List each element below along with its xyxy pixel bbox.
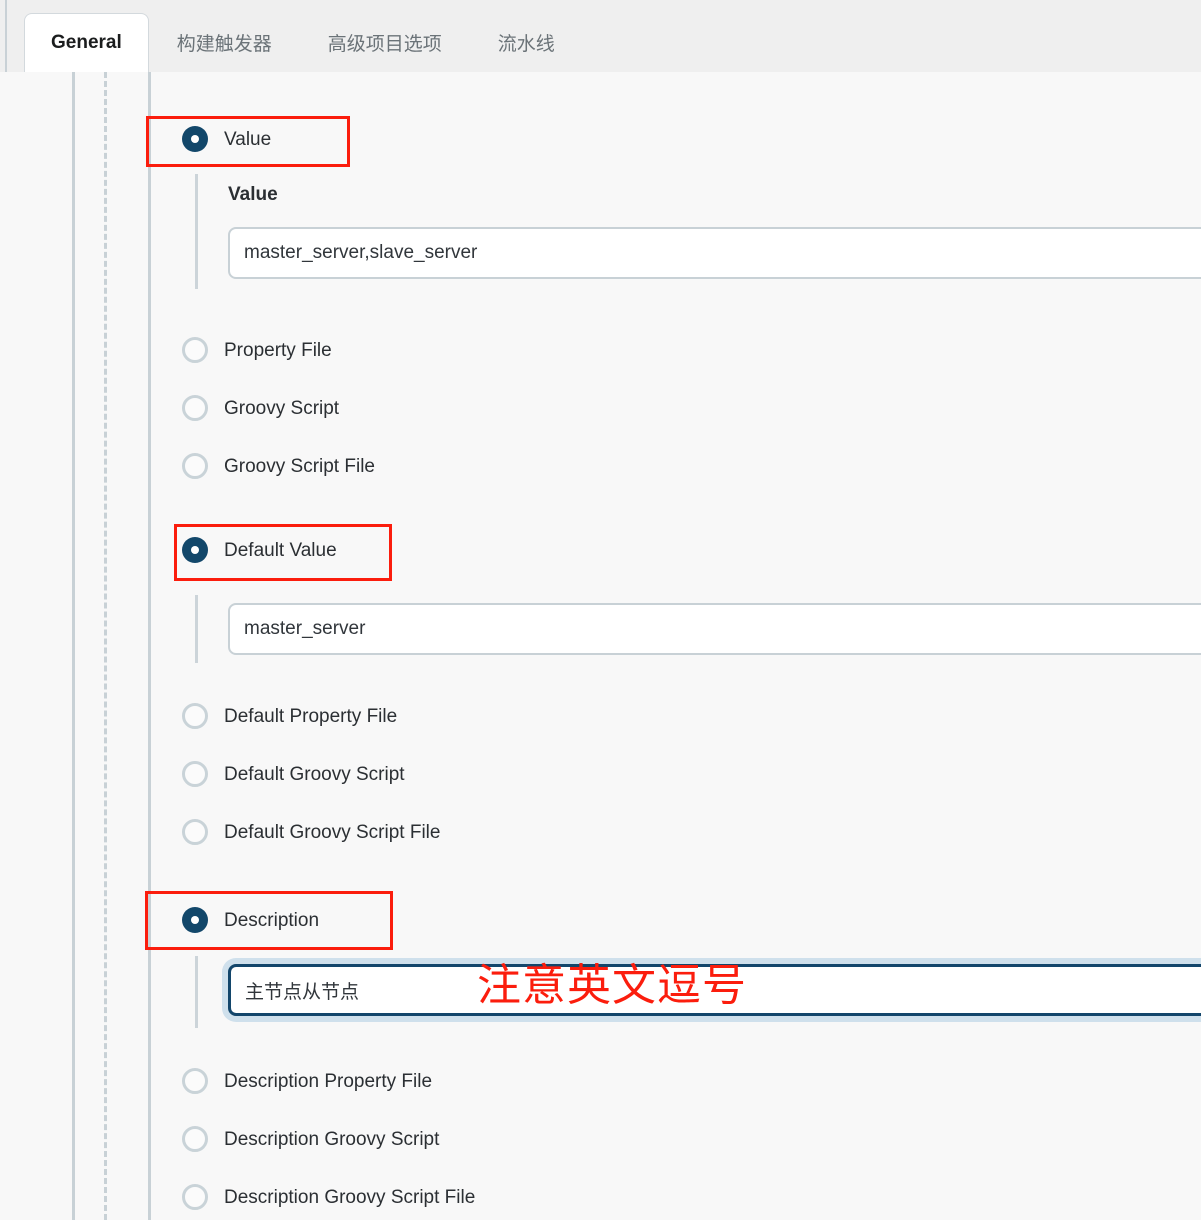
radio-label-default-value: Default Value (224, 539, 337, 561)
radio-value-icon[interactable] (182, 126, 208, 152)
radio-description-property-file-icon[interactable] (182, 1068, 208, 1094)
tab-advanced-project-options[interactable]: 高级项目选项 (300, 13, 470, 72)
radio-row-description[interactable]: Description (148, 900, 319, 940)
config-tab-bar: General 构建触发器 高级项目选项 流水线 (0, 0, 1201, 72)
radio-label-value: Value (224, 128, 272, 150)
radio-label-groovy-script: Groovy Script (224, 397, 340, 419)
radio-groovy-script-file-icon[interactable] (182, 453, 208, 479)
radio-groovy-script-icon[interactable] (182, 395, 208, 421)
radio-label-property-file: Property File (224, 339, 332, 361)
radio-description-groovy-script-file-icon[interactable] (182, 1184, 208, 1210)
radio-row-default-groovy-script-file[interactable]: Default Groovy Script File (148, 812, 440, 852)
default-value-input[interactable] (228, 603, 1201, 655)
value-field-group: Value (195, 174, 1201, 289)
value-group-guide (195, 174, 198, 289)
section-guide-line-outer (72, 72, 75, 1220)
radio-default-property-file-icon[interactable] (182, 703, 208, 729)
radio-default-groovy-script-icon[interactable] (182, 761, 208, 787)
annotation-note-comma: 注意英文逗号 (477, 960, 747, 1011)
radio-label-description-property-file: Description Property File (224, 1070, 433, 1092)
jenkins-job-config-page: General 构建触发器 高级项目选项 流水线 Value Value mas… (0, 0, 1201, 1220)
radio-row-description-property-file[interactable]: Description Property File (148, 1061, 432, 1101)
radio-row-default-property-file[interactable]: Default Property File (148, 696, 397, 736)
radio-label-default-property-file: Default Property File (224, 705, 398, 727)
radio-row-description-groovy-script[interactable]: Description Groovy Script (148, 1119, 439, 1159)
radio-row-groovy-script-file[interactable]: Groovy Script File (148, 446, 375, 486)
radio-label-description-groovy-script: Description Groovy Script (224, 1128, 440, 1150)
radio-label-description-groovy-script-file: Description Groovy Script File (224, 1186, 476, 1208)
tab-build-triggers[interactable]: 构建触发器 (149, 13, 300, 72)
radio-row-default-value[interactable]: Default Value (148, 530, 337, 570)
radio-label-groovy-script-file: Groovy Script File (224, 455, 375, 477)
tab-pipeline[interactable]: 流水线 (470, 13, 583, 72)
radio-default-groovy-script-file-icon[interactable] (182, 819, 208, 845)
radio-row-default-groovy-script[interactable]: Default Groovy Script (148, 754, 405, 794)
default-value-field-group (195, 595, 1201, 663)
radio-row-groovy-script[interactable]: Groovy Script (148, 388, 339, 428)
radio-row-description-groovy-script-file[interactable]: Description Groovy Script File (148, 1177, 475, 1217)
parameter-options-form: Value Value Property File (145, 72, 1201, 1220)
radio-description-groovy-script-icon[interactable] (182, 1126, 208, 1152)
radio-row-value[interactable]: Value (148, 119, 271, 159)
radio-label-default-groovy-script-file: Default Groovy Script File (224, 821, 441, 843)
value-field-label: Value (228, 184, 278, 205)
radio-label-description: Description (224, 909, 320, 931)
radio-property-file-icon[interactable] (182, 337, 208, 363)
radio-default-value-icon[interactable] (182, 537, 208, 563)
radio-label-default-groovy-script: Default Groovy Script (224, 763, 405, 785)
section-guide-line-dashed (104, 72, 110, 1220)
description-group-guide (195, 956, 198, 1028)
tab-list: General 构建触发器 高级项目选项 流水线 (0, 0, 583, 72)
value-input[interactable] (228, 227, 1201, 279)
radio-description-icon[interactable] (182, 907, 208, 933)
default-value-group-guide (195, 595, 198, 663)
config-content-area: Value Value Property File (0, 72, 1201, 1220)
radio-row-property-file[interactable]: Property File (148, 330, 332, 370)
tab-general[interactable]: General (24, 13, 149, 72)
